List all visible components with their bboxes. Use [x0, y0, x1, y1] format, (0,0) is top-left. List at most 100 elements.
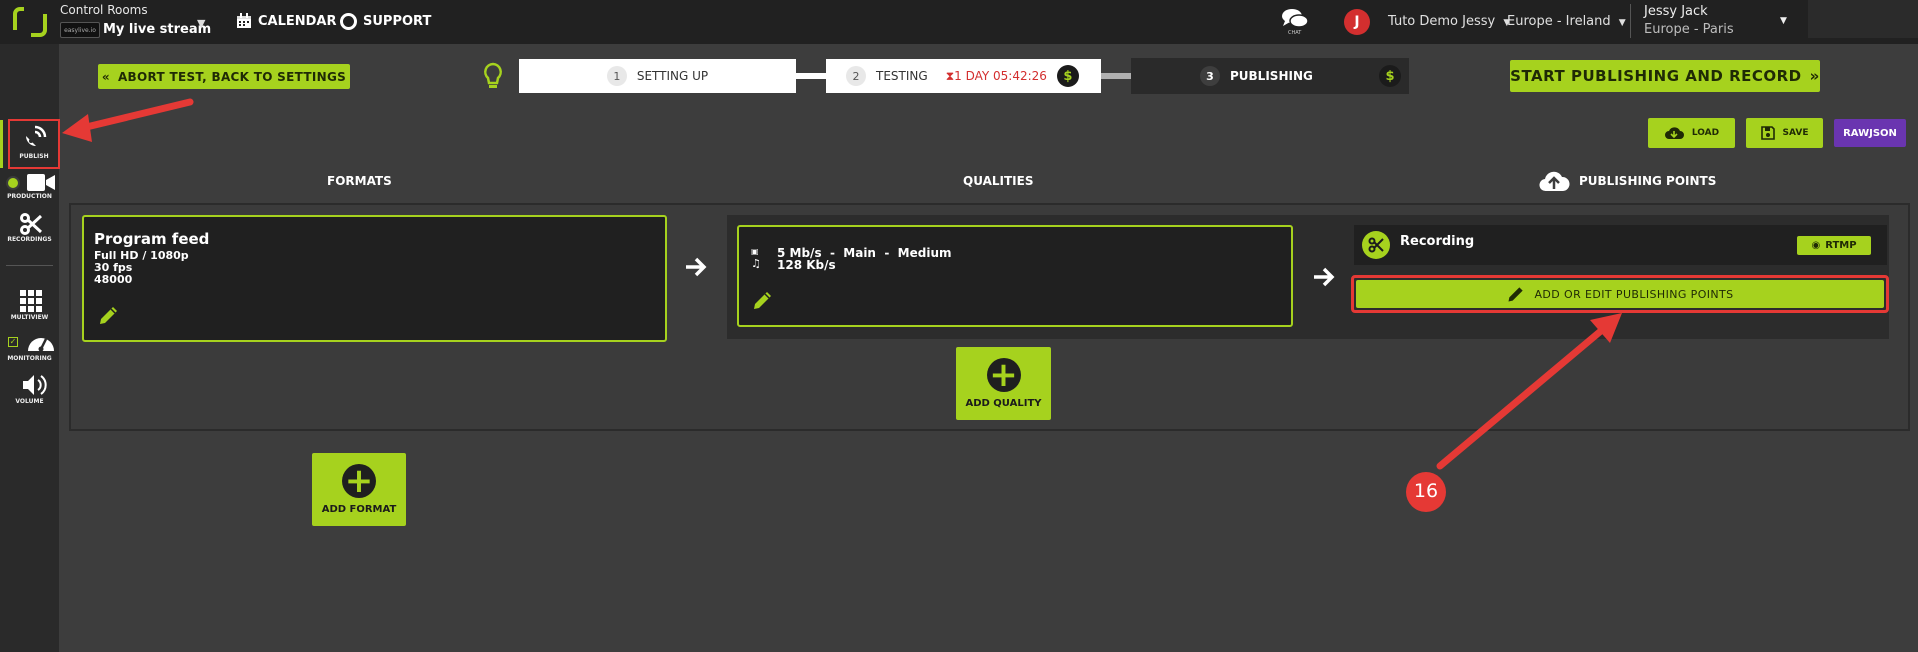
organization-selector[interactable]: Tuto Demo Jessy ▼ — [1388, 14, 1510, 29]
active-indicator — [0, 120, 3, 168]
avatar[interactable]: J — [1344, 9, 1370, 35]
step-number: 3 — [1200, 66, 1220, 86]
add-quality-button[interactable]: + ADD QUALITY — [956, 347, 1051, 420]
volume-icon[interactable] — [22, 374, 50, 396]
testing-timer: 1 DAY 05:42:26 — [954, 69, 1047, 83]
add-format-label: ADD FORMAT — [321, 504, 397, 515]
grid-icon[interactable] — [20, 290, 42, 312]
image-icon: ▣ — [751, 247, 759, 256]
region-label: Europe - Ireland — [1507, 14, 1611, 29]
cloud-download-icon — [1664, 127, 1684, 139]
step-label: SETTING UP — [636, 69, 709, 83]
sidebar-label: MULTIVIEW — [10, 314, 49, 321]
dollar-icon: $ — [1379, 65, 1401, 87]
start-label: START PUBLISHING AND RECORD — [1510, 67, 1802, 85]
sidebar-label: VOLUME — [15, 398, 44, 405]
quality-audio: 128 Kb/s — [777, 258, 836, 272]
divider — [1630, 4, 1631, 38]
top-bar: Control Rooms easylive.io My live stream… — [0, 0, 1918, 44]
step-publishing[interactable]: 3 PUBLISHING $ — [1131, 58, 1409, 94]
control-rooms-title: Control Rooms — [60, 3, 148, 17]
chevron-down-icon[interactable]: ▼ — [197, 17, 205, 30]
formats-heading: FORMATS — [327, 174, 392, 188]
sidebar-label: MONITORING — [7, 355, 52, 362]
format-audio-rate: 48000 — [94, 273, 133, 286]
annotation-arrow-publish — [62, 98, 194, 142]
abort-label: ABORT TEST, BACK TO SETTINGS — [117, 69, 347, 84]
monitoring-check-icon[interactable]: ✓ — [8, 337, 18, 347]
scissors-icon[interactable] — [20, 213, 42, 235]
double-chevron-left-icon: « — [101, 69, 110, 84]
step-number: 2 — [846, 66, 866, 86]
calendar-icon — [237, 13, 251, 28]
eye-icon: ◉ — [1811, 240, 1821, 251]
add-format-button[interactable]: + ADD FORMAT — [312, 453, 406, 526]
arrow-right-icon — [686, 257, 707, 277]
production-status-dot — [6, 176, 20, 190]
save-button[interactable]: SAVE — [1746, 118, 1823, 148]
video-camera-icon[interactable] — [27, 173, 55, 192]
hourglass-icon: ⧗ — [945, 68, 955, 83]
step-number: 1 — [606, 66, 627, 86]
chevron-down-icon[interactable]: ▼ — [1780, 16, 1787, 26]
lightbulb-icon[interactable] — [482, 62, 504, 90]
sidebar-label: RECORDINGS — [7, 236, 52, 243]
start-publishing-button[interactable]: START PUBLISHING AND RECORD » — [1510, 60, 1820, 92]
arrow-right-icon — [1314, 267, 1335, 287]
step-connector — [796, 73, 826, 79]
format-card[interactable]: Program feed Full HD / 1080p 30 fps 4800… — [82, 215, 667, 342]
step-label: TESTING — [876, 69, 928, 83]
pencil-icon — [1508, 287, 1524, 302]
recording-point-row[interactable]: Recording ◉ RTMP — [1354, 225, 1887, 265]
double-chevron-right-icon: » — [1809, 67, 1820, 85]
annotation-number: 16 — [1413, 480, 1439, 502]
add-quality-label: ADD QUALITY — [965, 398, 1042, 409]
plus-circle-icon: + — [342, 464, 376, 498]
support-link[interactable]: SUPPORT — [340, 13, 431, 30]
user-name[interactable]: Jessy Jack — [1644, 4, 1708, 19]
dollar-icon: $ — [1056, 65, 1079, 87]
gauge-icon[interactable] — [26, 331, 56, 355]
calendar-label: CALENDAR — [258, 13, 337, 29]
load-button[interactable]: LOAD — [1648, 118, 1735, 148]
floppy-disk-icon — [1760, 126, 1775, 140]
stream-thumbnail: easylive.io — [60, 22, 100, 38]
rawjson-button[interactable]: RAWJSON — [1834, 119, 1906, 147]
sidebar-label: PUBLISH — [19, 153, 49, 160]
quality-card[interactable]: ▣ 5 Mb/s - Main - Medium ♫ 128 Kb/s — [737, 225, 1293, 327]
lifebuoy-icon — [340, 13, 357, 30]
organization-label: Tuto Demo Jessy — [1388, 14, 1496, 29]
scissors-icon — [1368, 237, 1384, 253]
pencil-icon[interactable] — [751, 288, 775, 312]
user-timezone[interactable]: Europe - Paris — [1644, 22, 1734, 37]
recording-label: Recording — [1400, 234, 1475, 249]
step-connector — [1101, 73, 1131, 79]
sidebar: PUBLISH PRODUCTION RECORDINGS MULTIVIEW … — [0, 44, 60, 652]
format-title: Program feed — [94, 230, 210, 248]
region-selector[interactable]: Europe - Ireland ▼ — [1507, 14, 1626, 29]
sidebar-label: PRODUCTION — [7, 193, 52, 200]
step-testing[interactable]: 2 TESTING ⧗ 1 DAY 05:42:26 $ — [826, 59, 1101, 93]
sidebar-item-publish[interactable]: PUBLISH — [8, 119, 60, 169]
qualities-heading: QUALITIES — [963, 174, 1034, 188]
chevron-down-icon: ▼ — [1618, 18, 1626, 28]
divider — [6, 265, 53, 266]
app-logo-icon[interactable] — [12, 6, 48, 38]
blurred-area — [1808, 0, 1918, 38]
chat-label: CHAT — [1288, 30, 1302, 36]
support-label: SUPPORT — [363, 14, 432, 29]
step-setting-up[interactable]: 1 SETTING UP — [519, 59, 796, 93]
calendar-link[interactable]: CALENDAR — [236, 13, 337, 29]
stream-selector[interactable]: My live stream — [103, 22, 211, 37]
chat-icon[interactable] — [1280, 7, 1310, 31]
cloud-upload-icon — [1539, 171, 1570, 192]
rtmp-badge[interactable]: ◉ RTMP — [1797, 236, 1871, 255]
edit-points-label: ADD OR EDIT PUBLISHING POINTS — [1534, 287, 1734, 301]
rtmp-label: RTMP — [1825, 240, 1857, 251]
add-or-edit-publishing-points-button[interactable]: ADD OR EDIT PUBLISHING POINTS — [1356, 280, 1884, 308]
publishing-points-heading: PUBLISHING POINTS — [1579, 174, 1717, 188]
abort-test-button[interactable]: « ABORT TEST, BACK TO SETTINGS — [98, 64, 350, 89]
load-label: LOAD — [1691, 128, 1720, 138]
step-label: PUBLISHING — [1230, 69, 1313, 83]
pencil-icon[interactable] — [97, 303, 121, 327]
